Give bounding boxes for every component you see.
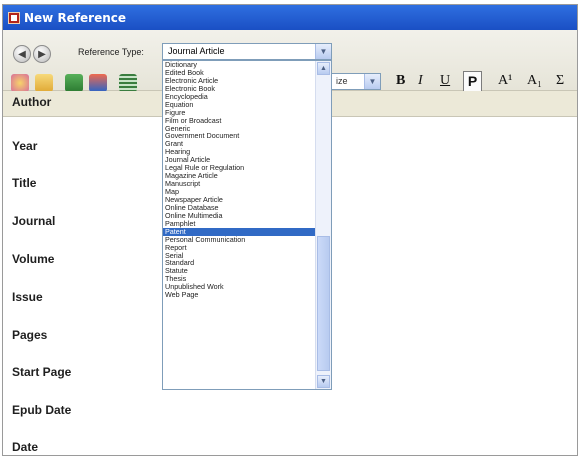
field-label: Title — [12, 176, 37, 190]
dropdown-option[interactable]: Encyclopedia — [163, 93, 315, 101]
checkmark-icon[interactable] — [65, 74, 83, 92]
field-label: Journal — [12, 214, 56, 228]
dropdown-option[interactable]: Hearing — [163, 148, 315, 156]
reference-type-label: Reference Type: — [78, 47, 144, 57]
dropdown-option[interactable]: Report — [163, 244, 315, 252]
title-bar[interactable]: New Reference — [3, 5, 577, 30]
reference-type-select[interactable]: Journal Article ▼ — [162, 43, 332, 60]
dropdown-option[interactable]: Film or Broadcast — [163, 117, 315, 125]
window-title: New Reference — [24, 10, 127, 25]
dropdown-option[interactable]: Personal Communication — [163, 236, 315, 244]
dropdown-option[interactable]: Online Multimedia — [163, 212, 315, 220]
dropdown-option[interactable]: Thesis — [163, 275, 315, 283]
chevron-down-icon[interactable]: ▼ — [315, 44, 331, 59]
dropdown-option[interactable]: Magazine Article — [163, 172, 315, 180]
dropdown-option[interactable]: Legal Rule or Regulation — [163, 164, 315, 172]
new-reference-window: New Reference ◀ ▶ Reference Type: Journa… — [2, 4, 578, 456]
dropdown-option[interactable]: Electronic Book — [163, 85, 315, 93]
reference-type-dropdown[interactable]: Dictionary Edited Book Electronic Article E… — [162, 60, 332, 390]
dropdown-option[interactable]: Dictionary — [163, 61, 315, 69]
dropdown-option[interactable]: Map — [163, 188, 315, 196]
palette-icon[interactable] — [11, 74, 29, 92]
bold-button[interactable]: B — [396, 73, 405, 89]
dropdown-option[interactable]: Electronic Article — [163, 77, 315, 85]
dropdown-option[interactable]: Figure — [163, 109, 315, 117]
dropdown-option[interactable]: Equation — [163, 101, 315, 109]
dropdown-option[interactable]: Unpublished Work — [163, 283, 315, 291]
dropdown-option[interactable]: Government Document — [163, 132, 315, 140]
list-icon[interactable] — [119, 74, 137, 92]
dropdown-option[interactable]: Edited Book — [163, 69, 315, 77]
dropdown-option[interactable]: Patent — [163, 227, 315, 236]
field-label: Volume — [12, 252, 55, 266]
dropdown-option[interactable]: Web Page — [163, 291, 315, 299]
chevron-down-icon[interactable]: ▼ — [364, 74, 380, 89]
font-size-select[interactable]: ize ▼ — [331, 73, 381, 90]
dropdown-option[interactable]: Statute — [163, 267, 315, 275]
app-icon — [8, 11, 20, 24]
forward-icon[interactable]: ▶ — [33, 45, 51, 63]
dropdown-option[interactable]: Standard — [163, 259, 315, 267]
scroll-down-icon[interactable]: ▼ — [317, 375, 330, 388]
reference-type-value: Journal Article — [168, 46, 225, 56]
field-label: Year — [12, 139, 38, 153]
field-row-epub-date[interactable]: Epub Date — [3, 399, 577, 424]
dropdown-option[interactable]: Manuscript — [163, 180, 315, 188]
field-label: Pages — [12, 328, 48, 342]
italic-button[interactable]: I — [418, 73, 423, 89]
field-label: Author — [12, 95, 52, 109]
dropdown-option[interactable]: Newspaper Article — [163, 196, 315, 204]
field-label: Epub Date — [12, 403, 72, 417]
back-icon[interactable]: ◀ — [13, 45, 31, 63]
folder-icon[interactable] — [35, 74, 53, 92]
dropdown-option[interactable]: Generic — [163, 125, 315, 133]
field-label: Date — [12, 440, 39, 454]
dropdown-option[interactable]: Grant — [163, 140, 315, 148]
field-label: Issue — [12, 290, 43, 304]
field-row-date[interactable]: Date — [3, 436, 577, 455]
dropdown-option[interactable]: Pamphlet — [163, 220, 315, 228]
scroll-thumb[interactable] — [317, 236, 330, 371]
font-size-value: ize — [336, 76, 348, 86]
plain-button[interactable]: P — [463, 71, 482, 92]
dropdown-scrollbar[interactable]: ▲ ▼ — [315, 61, 331, 389]
dropdown-option[interactable]: Online Database — [163, 204, 315, 212]
subscript-button[interactable]: A₁ — [527, 73, 542, 89]
superscript-button[interactable]: A¹ — [498, 73, 512, 89]
field-label: Start Page — [12, 365, 72, 379]
underline-button[interactable]: U — [440, 73, 450, 89]
style-icon[interactable] — [89, 74, 107, 92]
scroll-up-icon[interactable]: ▲ — [317, 62, 330, 75]
symbol-button[interactable]: Σ — [556, 73, 564, 89]
reference-type-list: Dictionary Edited Book Electronic Article E… — [163, 61, 315, 299]
dropdown-option[interactable]: Journal Article — [163, 156, 315, 164]
dropdown-option[interactable]: Serial — [163, 252, 315, 260]
